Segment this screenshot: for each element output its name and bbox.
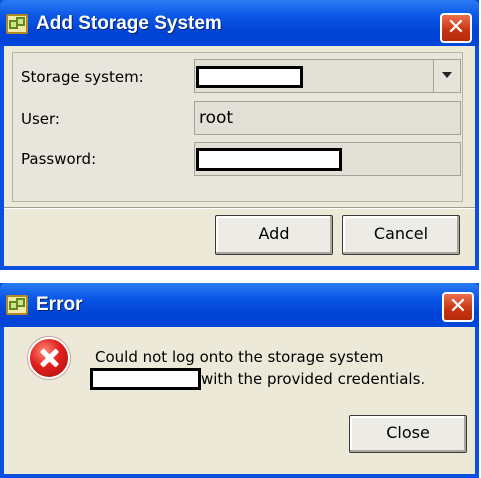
password-label: Password:	[21, 150, 97, 168]
divider	[4, 207, 475, 209]
add-storage-system-window: Add Storage System ✕ Storage system: Use…	[0, 0, 479, 270]
error-icon	[28, 337, 70, 379]
error-window: Error ✕ Could not log onto the storage s…	[0, 283, 479, 478]
close-window-button[interactable]: ✕	[442, 292, 474, 322]
dropdown-button[interactable]	[433, 60, 460, 92]
redaction-box	[196, 148, 342, 171]
window-title: Add Storage System	[36, 13, 222, 34]
app-icon	[6, 14, 28, 34]
error-message-line1: Could not log onto the storage system	[95, 348, 384, 366]
form-panel: Storage system: User: root Password:	[12, 52, 463, 202]
add-button[interactable]: Add	[215, 215, 333, 255]
storage-system-dropdown[interactable]	[194, 59, 461, 93]
app-icon	[6, 295, 28, 315]
dialog-body: Storage system: User: root Password: Add…	[4, 46, 475, 266]
cancel-button[interactable]: Cancel	[342, 215, 460, 255]
redaction-box	[196, 66, 303, 88]
window-title: Error	[36, 294, 83, 315]
chevron-down-icon	[442, 72, 452, 78]
storage-system-label: Storage system:	[21, 68, 144, 86]
user-field[interactable]: root	[194, 101, 461, 135]
title-bar: Error ✕	[0, 283, 479, 327]
close-button[interactable]: Close	[349, 415, 467, 453]
title-bar: Add Storage System ✕	[0, 0, 479, 46]
user-value: root	[199, 108, 234, 128]
dialog-body: Could not log onto the storage system wi…	[4, 327, 475, 474]
user-label: User:	[21, 110, 60, 128]
close-window-button[interactable]: ✕	[440, 13, 472, 43]
error-message-line2: with the provided credentials.	[201, 370, 426, 388]
password-field[interactable]	[194, 142, 461, 176]
redaction-box	[90, 368, 201, 390]
